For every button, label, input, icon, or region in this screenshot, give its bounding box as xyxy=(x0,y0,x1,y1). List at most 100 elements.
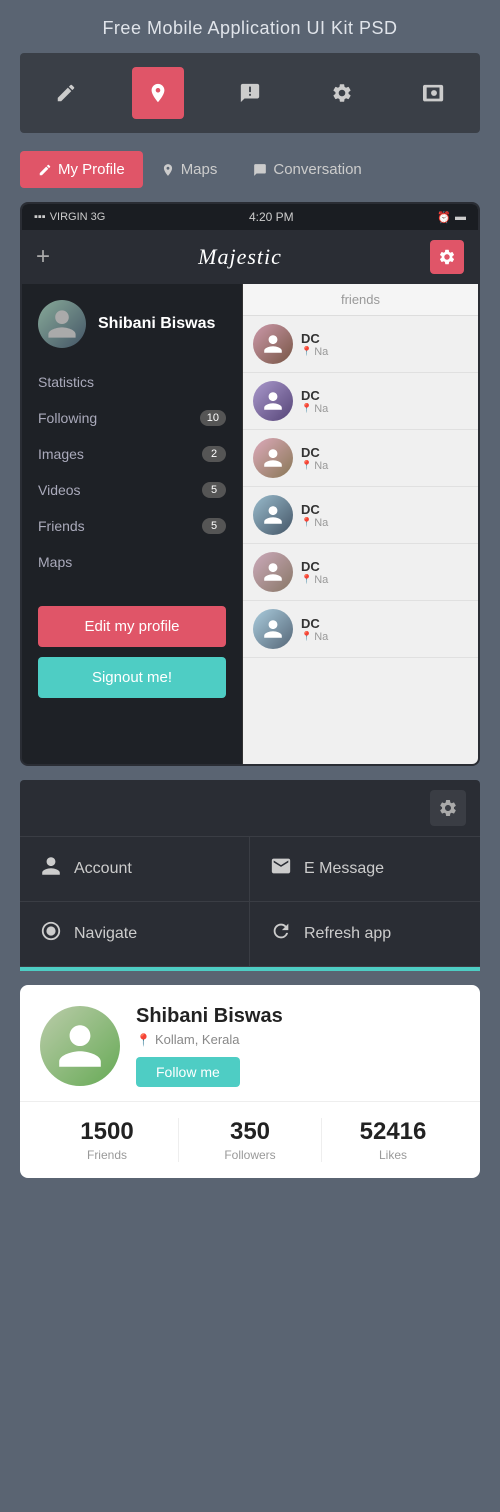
friend-name-1: DC xyxy=(301,331,468,346)
friends-label: Friends xyxy=(40,1148,174,1162)
pin-icon-6: 📍 xyxy=(301,631,312,642)
status-right: ⏰ ▬ xyxy=(437,211,466,224)
battery-icon: ▬ xyxy=(455,211,466,223)
tab-maps[interactable]: Maps xyxy=(143,151,236,188)
navigate-label: Navigate xyxy=(74,925,137,943)
navigate-icon xyxy=(40,920,62,948)
friend-item-1[interactable]: DC 📍 Na xyxy=(243,316,478,373)
friend-avatar-1 xyxy=(253,324,293,364)
nav-settings-icon[interactable] xyxy=(316,67,368,119)
emessage-icon xyxy=(270,855,292,883)
settings-panel: Account E Message Navigate Refresh app xyxy=(20,780,480,967)
settings-top xyxy=(20,780,480,837)
status-carrier: ▪▪▪ VIRGIN 3G xyxy=(34,211,105,223)
signout-button[interactable]: Signout me! xyxy=(38,657,226,698)
friend-item-4[interactable]: DC 📍 Na xyxy=(243,487,478,544)
menu-buttons: Edit my profile Signout me! xyxy=(22,590,242,714)
plus-button[interactable]: + xyxy=(36,243,50,271)
friend-name-3: DC xyxy=(301,445,468,460)
settings-navigate-button[interactable]: Navigate xyxy=(20,902,250,967)
app-menu: Shibani Biswas Statistics Following 10 I… xyxy=(22,284,242,764)
settings-refreshapp-button[interactable]: Refresh app xyxy=(250,902,480,967)
likes-label: Likes xyxy=(326,1148,460,1162)
tab-conversation-label: Conversation xyxy=(273,161,361,178)
friends-count: 1500 xyxy=(40,1118,174,1146)
friend-item-3[interactable]: DC 📍 Na xyxy=(243,430,478,487)
friend-loc-1: 📍 Na xyxy=(301,346,468,358)
tab-conversation[interactable]: Conversation xyxy=(235,151,379,188)
emessage-label: E Message xyxy=(304,860,384,878)
menu-item-videos[interactable]: Videos 5 xyxy=(22,472,242,508)
images-badge: 2 xyxy=(202,446,226,462)
menu-profile-row: Shibani Biswas xyxy=(22,300,242,364)
friend-name-6: DC xyxy=(301,616,468,631)
friend-loc-6: 📍 Na xyxy=(301,631,468,643)
friend-info-2: DC 📍 Na xyxy=(301,388,468,415)
menu-avatar xyxy=(38,300,86,348)
profile-card-info: Shibani Biswas 📍 Kollam, Kerala Follow m… xyxy=(136,1005,460,1087)
friends-badge: 5 xyxy=(202,518,226,534)
status-time: 4:20 PM xyxy=(249,210,294,224)
nav-edit-icon[interactable] xyxy=(40,67,92,119)
followers-count: 350 xyxy=(183,1118,317,1146)
friend-loc-3: 📍 Na xyxy=(301,460,468,472)
edit-profile-button[interactable]: Edit my profile xyxy=(38,606,226,647)
videos-badge: 5 xyxy=(202,482,226,498)
tab-maps-label: Maps xyxy=(181,161,218,178)
friend-item-6[interactable]: DC 📍 Na xyxy=(243,601,478,658)
friend-info-4: DC 📍 Na xyxy=(301,502,468,529)
friend-loc-4: 📍 Na xyxy=(301,517,468,529)
stat-likes: 52416 Likes xyxy=(326,1118,460,1162)
friend-info-6: DC 📍 Na xyxy=(301,616,468,643)
menu-following-label: Following xyxy=(38,410,97,426)
menu-item-images[interactable]: Images 2 xyxy=(22,436,242,472)
header-gear-button[interactable] xyxy=(430,240,464,274)
menu-item-maps[interactable]: Maps xyxy=(22,544,242,580)
tab-myprofile[interactable]: My Profile xyxy=(20,151,143,188)
friends-panel: friends DC 📍 Na DC xyxy=(242,284,478,764)
accent-bar xyxy=(20,967,480,971)
page-title: Free Mobile Application UI Kit PSD xyxy=(0,0,500,53)
profile-card: Shibani Biswas 📍 Kollam, Kerala Follow m… xyxy=(20,985,480,1178)
profile-card-name: Shibani Biswas xyxy=(136,1005,460,1028)
friend-info-3: DC 📍 Na xyxy=(301,445,468,472)
follow-me-button[interactable]: Follow me xyxy=(136,1057,240,1087)
nav-location-icon[interactable] xyxy=(132,67,184,119)
status-bar: ▪▪▪ VIRGIN 3G 4:20 PM ⏰ ▬ xyxy=(22,204,478,230)
menu-item-statistics[interactable]: Statistics xyxy=(22,364,242,400)
pin-icon-5: 📍 xyxy=(301,574,312,585)
friend-avatar-6 xyxy=(253,609,293,649)
menu-friends-label: Friends xyxy=(38,518,85,534)
profile-stats: 1500 Friends 350 Followers 52416 Likes xyxy=(20,1101,480,1178)
friend-name-5: DC xyxy=(301,559,468,574)
nav-chat-icon[interactable] xyxy=(224,67,276,119)
location-pin-icon: 📍 xyxy=(136,1033,151,1047)
settings-emessage-button[interactable]: E Message xyxy=(250,837,480,902)
app-body: Shibani Biswas Statistics Following 10 I… xyxy=(22,284,478,764)
account-label: Account xyxy=(74,860,132,878)
friend-item-5[interactable]: DC 📍 Na xyxy=(243,544,478,601)
stat-divider-1 xyxy=(178,1118,179,1162)
friend-item-2[interactable]: DC 📍 Na xyxy=(243,373,478,430)
menu-item-friends[interactable]: Friends 5 xyxy=(22,508,242,544)
app-title: Majestic xyxy=(198,244,282,270)
menu-item-following[interactable]: Following 10 xyxy=(22,400,242,436)
friend-name-4: DC xyxy=(301,502,468,517)
settings-account-button[interactable]: Account xyxy=(20,837,250,902)
pin-icon-3: 📍 xyxy=(301,460,312,471)
menu-profile-name: Shibani Biswas xyxy=(98,315,215,333)
profile-card-top: Shibani Biswas 📍 Kollam, Kerala Follow m… xyxy=(20,985,480,1101)
friend-loc-2: 📍 Na xyxy=(301,403,468,415)
refreshapp-icon xyxy=(270,920,292,948)
nav-camera-icon[interactable] xyxy=(408,67,460,119)
app-header: + Majestic xyxy=(22,230,478,284)
settings-gear-button[interactable] xyxy=(430,790,466,826)
top-nav-bar xyxy=(20,53,480,133)
friend-info-1: DC 📍 Na xyxy=(301,331,468,358)
friend-avatar-2 xyxy=(253,381,293,421)
refreshapp-label: Refresh app xyxy=(304,925,391,943)
friend-info-5: DC 📍 Na xyxy=(301,559,468,586)
settings-grid: Account E Message Navigate Refresh app xyxy=(20,837,480,967)
friend-avatar-4 xyxy=(253,495,293,535)
pin-icon-2: 📍 xyxy=(301,403,312,414)
